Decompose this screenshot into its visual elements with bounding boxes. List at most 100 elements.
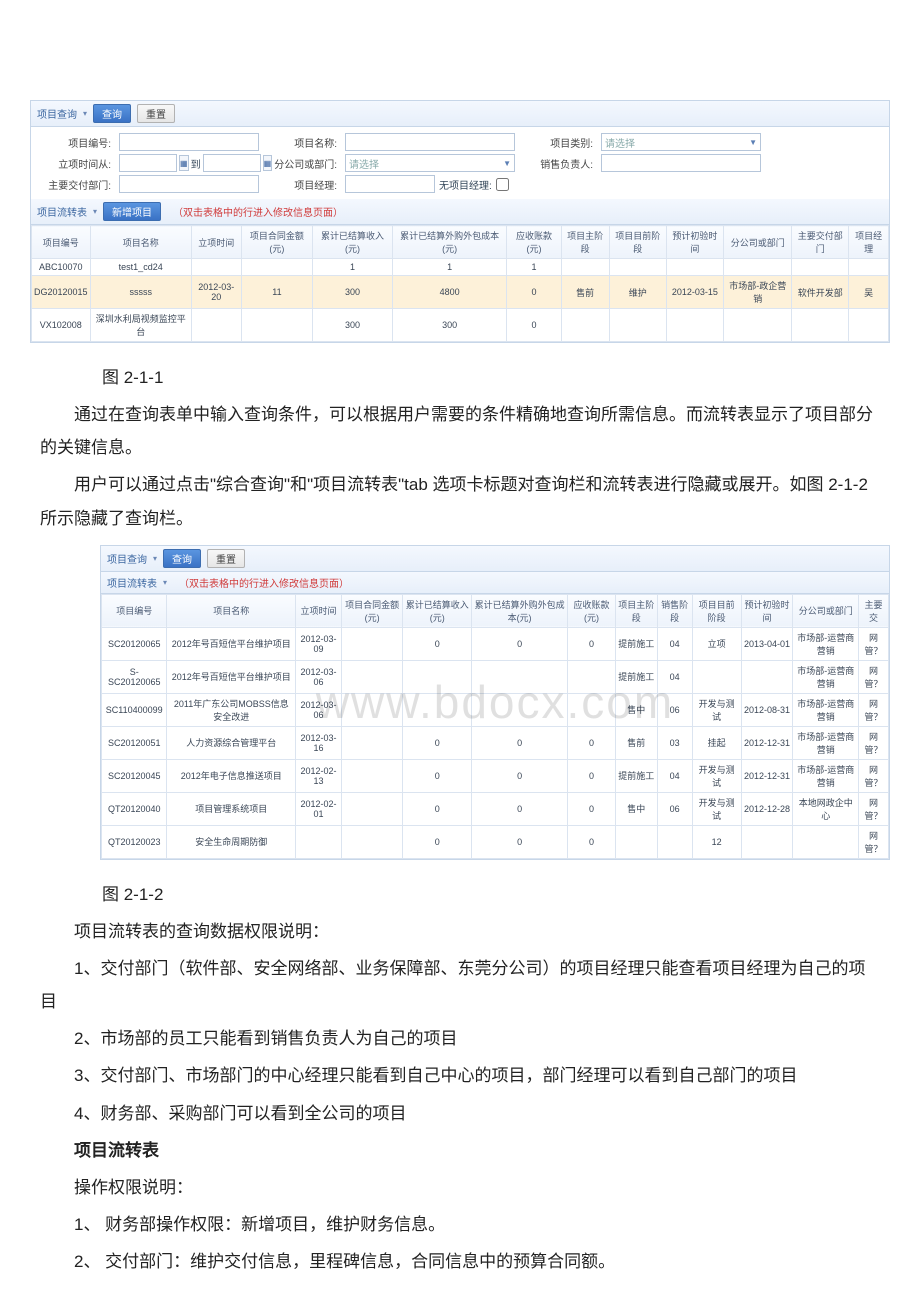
column-header[interactable]: 累计已结算外购外包成本(元) (471, 594, 567, 627)
flow-panel-header[interactable]: 项目流转表 ▾ （双击表格中的行进入修改信息页面） (101, 572, 889, 594)
table-cell (341, 759, 403, 792)
input-sales[interactable] (601, 154, 761, 172)
column-header[interactable]: 累计已结算收入(元) (403, 594, 472, 627)
table-cell: 网管？ (858, 825, 888, 858)
label-proj-type: 项目类别: (523, 135, 593, 150)
table-row[interactable]: SC20120051人力资源综合管理平台2012-03-16000售前03挂起2… (102, 726, 889, 759)
table-cell: 1 (392, 259, 506, 276)
calendar-icon[interactable]: ▦ (179, 155, 189, 171)
table-cell (849, 259, 889, 276)
table-cell: 2012-12-28 (741, 792, 793, 825)
table-cell (296, 825, 342, 858)
table-row[interactable]: SC1104000992011年广东公司MOBSS信息安全改进2012-03-0… (102, 693, 889, 726)
column-header[interactable]: 项目名称 (90, 226, 191, 259)
column-header[interactable]: 项目目前阶段 (609, 226, 666, 259)
chevron-down-icon: ▾ (153, 554, 157, 563)
column-header[interactable]: 应收账款(元) (507, 226, 561, 259)
label-dept: 分公司或部门: (267, 156, 337, 171)
column-header[interactable]: 主要交付部门 (792, 226, 849, 259)
column-header[interactable]: 项目编号 (32, 226, 91, 259)
table-row[interactable]: SC201200452012年电子信息推送项目2012-02-13000提前施工… (102, 759, 889, 792)
table-cell: 0 (471, 825, 567, 858)
column-header[interactable]: 销售阶段 (657, 594, 692, 627)
table-cell: 0 (568, 792, 616, 825)
search-button[interactable]: 查询 (163, 549, 201, 568)
column-header[interactable]: 项目名称 (167, 594, 296, 627)
flow-table-1: 项目编号项目名称立项时间项目合同金额(元)累计已结算收入(元)累计已结算外购外包… (31, 225, 889, 342)
table-cell: 市场部-运营商营销 (793, 726, 859, 759)
table-row[interactable]: SC201200652012年号百短信平台维护项目2012-03-09000提前… (102, 627, 889, 660)
column-header[interactable]: 立项时间 (191, 226, 241, 259)
table-cell: 立项 (692, 627, 741, 660)
table-cell: 项目管理系统项目 (167, 792, 296, 825)
checkbox-no-pm[interactable] (496, 178, 509, 191)
column-header[interactable]: 预计初验时间 (741, 594, 793, 627)
label-date-to: 到 (191, 156, 201, 171)
table-cell: 2012-03-06 (296, 693, 342, 726)
table-cell (341, 660, 403, 693)
input-deliver-dept[interactable] (119, 175, 259, 193)
table-row[interactable]: VX102008深圳水利局视频监控平台3003000 (32, 309, 889, 342)
column-header[interactable]: 项目合同金额(元) (241, 226, 312, 259)
input-pm[interactable] (345, 175, 435, 193)
input-date-to[interactable] (203, 154, 261, 172)
table-cell: 06 (657, 693, 692, 726)
column-header[interactable]: 分公司或部门 (793, 594, 859, 627)
table-cell: 售中 (615, 693, 657, 726)
select-dept[interactable]: 请选择▼ (345, 154, 515, 172)
paragraph: 用户可以通过点击"综合查询"和"项目流转表"tab 选项卡标题对查询栏和流转表进… (40, 468, 880, 534)
paragraph: 1、交付部门（软件部、安全网络部、业务保障部、东莞分公司）的项目经理只能查看项目… (40, 952, 880, 1018)
column-header[interactable]: 项目编号 (102, 594, 167, 627)
table-row[interactable]: S-SC201200652012年号百短信平台维护项目2012-03-06提前施… (102, 660, 889, 693)
query-title: 项目查询 (37, 106, 77, 121)
table-cell: test1_cd24 (90, 259, 191, 276)
table-cell: S-SC20120065 (102, 660, 167, 693)
reset-button[interactable]: 重置 (207, 549, 245, 568)
table-row[interactable]: QT20120040项目管理系统项目2012-02-01000售中06开发与测试… (102, 792, 889, 825)
column-header[interactable]: 应收账款(元) (568, 594, 616, 627)
table-cell (692, 660, 741, 693)
table-row[interactable]: QT20120023安全生命周期防御00012网管？ (102, 825, 889, 858)
new-project-button[interactable]: 新增项目 (103, 202, 161, 221)
reset-button[interactable]: 重置 (137, 104, 175, 123)
column-header[interactable]: 项目经理 (849, 226, 889, 259)
column-header[interactable]: 项目主阶段 (561, 226, 609, 259)
table-row[interactable]: DG20120015sssss2012-03-201130048000售前维护2… (32, 276, 889, 309)
query-panel-header[interactable]: 项目查询 ▾ 查询 重置 (31, 101, 889, 127)
column-header[interactable]: 分公司或部门 (724, 226, 792, 259)
chevron-down-icon: ▾ (93, 207, 97, 216)
column-header[interactable]: 项目目前阶段 (692, 594, 741, 627)
column-header[interactable]: 项目合同金额(元) (341, 594, 403, 627)
table-cell: 2012-12-31 (741, 726, 793, 759)
table-cell: 04 (657, 759, 692, 792)
table-cell: 300 (392, 309, 506, 342)
table-row[interactable]: ABC10070test1_cd24111 (32, 259, 889, 276)
input-date-from[interactable] (119, 154, 177, 172)
search-button[interactable]: 查询 (93, 104, 131, 123)
select-proj-type[interactable]: 请选择▼ (601, 133, 761, 151)
table-cell: 提前施工 (615, 660, 657, 693)
column-header[interactable]: 立项时间 (296, 594, 342, 627)
query-form: 项目编号: 项目名称: 项目类别: 请选择▼ 立项时间从: ▦ 到 ▦ 分公司或… (31, 127, 889, 199)
input-proj-no[interactable] (119, 133, 259, 151)
table-cell: 0 (471, 759, 567, 792)
input-proj-name[interactable] (345, 133, 515, 151)
label-pm: 项目经理: (267, 177, 337, 192)
column-header[interactable]: 累计已结算外购外包成本(元) (392, 226, 506, 259)
table-cell: 网管？ (858, 693, 888, 726)
column-header[interactable]: 累计已结算收入(元) (313, 226, 393, 259)
column-header[interactable]: 项目主阶段 (615, 594, 657, 627)
column-header[interactable]: 预计初验时间 (666, 226, 723, 259)
query-panel-header[interactable]: 项目查询 ▾ 查询 重置 (101, 546, 889, 572)
table-cell (561, 259, 609, 276)
table-cell (657, 825, 692, 858)
table-cell (792, 259, 849, 276)
table-cell: 0 (568, 726, 616, 759)
flow-panel-header[interactable]: 项目流转表 ▾ 新增项目 （双击表格中的行进入修改信息页面） (31, 199, 889, 225)
table-cell: DG20120015 (32, 276, 91, 309)
table-cell (666, 309, 723, 342)
table-cell: 人力资源综合管理平台 (167, 726, 296, 759)
label-sales: 销售负责人: (523, 156, 593, 171)
column-header[interactable]: 主要交 (858, 594, 888, 627)
table-cell (241, 259, 312, 276)
